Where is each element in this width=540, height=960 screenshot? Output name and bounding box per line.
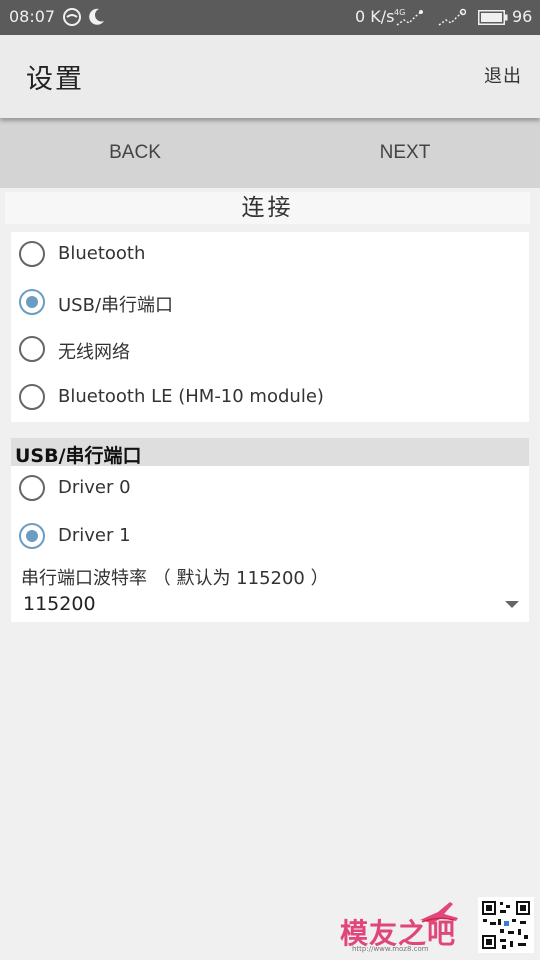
option-label: USB/串行端口	[58, 295, 174, 316]
usb-section-title: USB/串行端口	[15, 445, 142, 467]
option-label: 无线网络	[58, 342, 130, 363]
eye-comfort-icon	[62, 7, 82, 31]
option-label: Bluetooth LE (HM-10 module)	[58, 386, 324, 407]
status-time: 08:07	[9, 7, 56, 26]
option-driver-0[interactable]: Driver 0	[11, 466, 529, 514]
app-bar: 设置 退出	[0, 35, 540, 118]
radio-usb-serial[interactable]	[19, 289, 45, 315]
network-speed: 0 K/s	[355, 7, 395, 26]
option-wireless-network[interactable]: 无线网络	[11, 327, 529, 375]
dropdown-arrow-icon	[505, 601, 519, 608]
radio-bluetooth[interactable]	[19, 241, 45, 267]
radio-bluetooth-le[interactable]	[19, 384, 45, 410]
baud-rate-select[interactable]: 115200	[11, 588, 529, 620]
svg-text:4G: 4G	[394, 8, 405, 17]
usb-options: Driver 0 Driver 1 串行端口波特率 （ 默认为 115200 ）…	[11, 466, 529, 622]
battery-icon	[478, 10, 508, 29]
4g-signal-icon: 4G	[394, 7, 424, 33]
next-button[interactable]: NEXT	[270, 118, 540, 188]
watermark-logo: 模友之吧 http://www.moz8.com	[338, 898, 468, 956]
qr-code	[478, 897, 534, 953]
radio-driver-0[interactable]	[19, 475, 45, 501]
battery-level: 96	[512, 7, 533, 26]
baud-rate-value: 115200	[23, 593, 96, 615]
back-button[interactable]: BACK	[0, 118, 270, 188]
watermark-url: http://www.moz8.com	[352, 945, 429, 953]
signal-icon	[436, 7, 467, 33]
option-label: Driver 1	[58, 525, 131, 546]
option-driver-1[interactable]: Driver 1	[11, 514, 529, 562]
exit-button[interactable]: 退出	[484, 62, 522, 88]
moon-icon	[86, 7, 106, 31]
wizard-nav-bar: BACK NEXT	[0, 118, 540, 188]
usb-section-header: USB/串行端口	[11, 438, 529, 467]
option-label: Bluetooth	[58, 243, 146, 264]
option-bluetooth[interactable]: Bluetooth	[11, 232, 529, 280]
radio-wireless-network[interactable]	[19, 336, 45, 362]
option-label: Driver 0	[58, 477, 131, 498]
option-usb-serial[interactable]: USB/串行端口	[11, 280, 529, 328]
page-title: 设置	[26, 64, 84, 95]
connection-options: Bluetooth USB/串行端口 无线网络 Bluetooth LE (HM…	[11, 232, 529, 422]
option-bluetooth-le[interactable]: Bluetooth LE (HM-10 module)	[11, 375, 529, 423]
connection-heading: 连接	[5, 192, 530, 224]
baud-rate-label: 串行端口波特率 （ 默认为 115200 ）	[21, 568, 329, 589]
radio-driver-1[interactable]	[19, 523, 45, 549]
status-bar: 08:07 0 K/s 4G 96	[0, 0, 540, 35]
